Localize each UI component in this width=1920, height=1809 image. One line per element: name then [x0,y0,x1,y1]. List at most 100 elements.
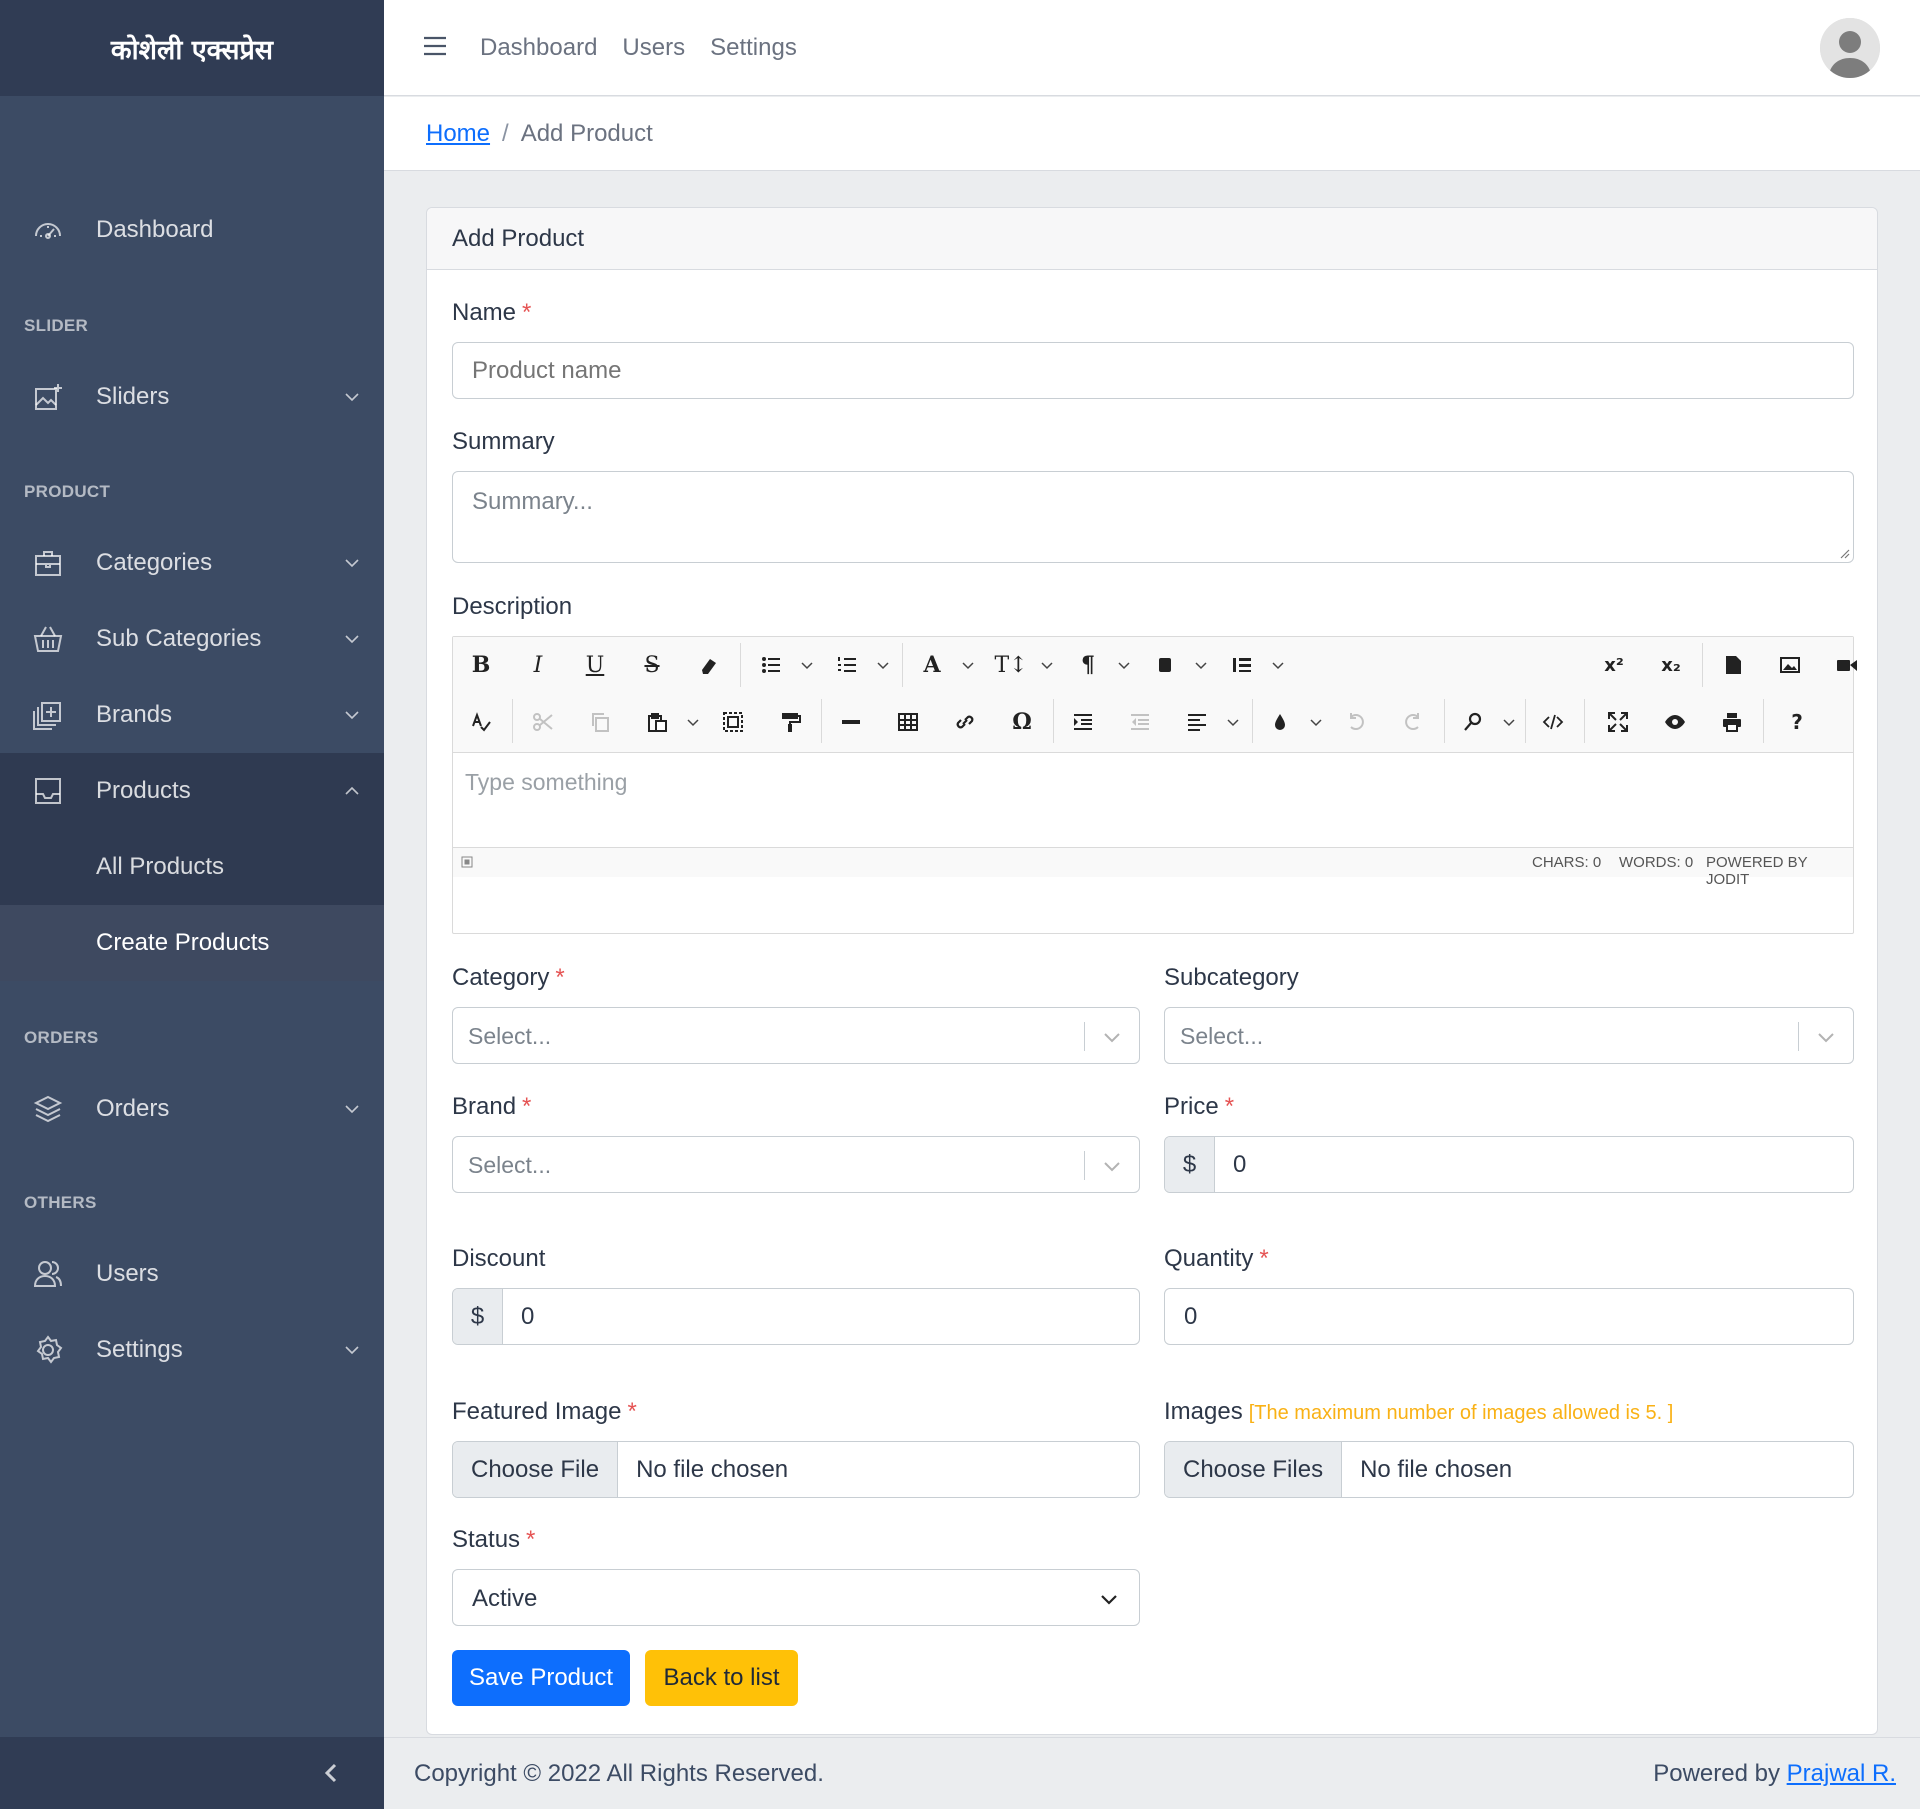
redo-icon[interactable] [1393,702,1433,742]
chevron-down-icon [1099,1589,1119,1609]
bullet-list-icon[interactable] [751,645,791,685]
quantity-input[interactable]: 0 [1164,1288,1854,1345]
bold-icon[interactable]: B [461,645,501,685]
fullscreen-icon[interactable] [1598,702,1638,742]
chevron-down-icon[interactable] [960,657,976,673]
chevron-down-icon[interactable] [1225,714,1241,730]
status-select[interactable]: Active [452,1569,1140,1626]
undo-icon[interactable] [1336,702,1376,742]
char-count: CHARS: 0 [1532,854,1602,871]
back-to-list-button[interactable]: Back to list [645,1650,798,1706]
price-input[interactable]: 0 [1215,1137,1246,1192]
select-all-icon[interactable] [713,702,753,742]
paragraph-icon[interactable]: ¶ [1068,645,1108,685]
header-link-users[interactable]: Users [622,34,685,62]
eraser-icon[interactable] [689,645,729,685]
editor-content-area[interactable]: Type something [453,753,1853,847]
brand-logo[interactable]: कोशेली एक्सप्रेस [0,0,384,96]
toolbar-separator [902,643,903,687]
format-painter-icon[interactable] [770,702,810,742]
price-label-text: Price [1164,1093,1219,1120]
sidebar-item-sub-categories[interactable]: Sub Categories [0,601,384,677]
sidebar-item-orders[interactable]: Orders [0,1071,384,1147]
sidebar-item-settings[interactable]: Settings [0,1312,384,1388]
chevron-down-icon[interactable] [1816,1027,1836,1047]
special-character-icon[interactable]: Ω [1002,702,1042,742]
subcategory-select[interactable]: Select... [1164,1007,1854,1064]
resize-grip-icon[interactable] [461,856,473,868]
video-icon[interactable] [1827,645,1867,685]
sidebar-item-sliders[interactable]: Sliders [0,359,384,435]
save-product-button[interactable]: Save Product [452,1650,630,1706]
link-icon[interactable] [945,702,985,742]
author-link[interactable]: Prajwal R. [1787,1760,1896,1787]
line-height-icon[interactable] [1222,645,1262,685]
chevron-down-icon[interactable] [1193,657,1209,673]
chevron-down-icon[interactable] [1102,1156,1122,1176]
featured-image-file-input[interactable]: Choose File No file chosen [452,1441,1140,1498]
description-label: Description [452,593,573,620]
chevron-down-icon[interactable] [799,657,815,673]
chevron-down-icon[interactable] [1116,657,1132,673]
chevron-down-icon[interactable] [1270,657,1286,673]
file-icon[interactable] [1713,645,1753,685]
align-left-icon[interactable] [1177,702,1217,742]
product-name-input[interactable] [452,342,1854,399]
image-icon[interactable] [1770,645,1810,685]
choose-files-button[interactable]: Choose Files [1165,1442,1343,1497]
resize-handle-icon[interactable] [1838,547,1850,559]
sidebar-item-products[interactable]: Products [0,753,384,829]
paste-icon[interactable] [637,702,677,742]
toolbar-separator [1252,699,1253,743]
brand-select[interactable]: Select... [452,1136,1140,1193]
choose-file-button[interactable]: Choose File [453,1442,619,1497]
sidebar-subitem-create-products[interactable]: Create Products [0,905,384,981]
table-icon[interactable] [888,702,928,742]
sidebar-item-users[interactable]: Users [0,1236,384,1312]
breadcrumb-home-link[interactable]: Home [426,120,490,148]
copy-icon[interactable] [580,702,620,742]
brush-color-icon[interactable] [1260,702,1300,742]
font-size-icon[interactable]: T↕ [991,645,1031,685]
chevron-down-icon[interactable] [1102,1027,1122,1047]
spellcheck-icon[interactable] [461,702,501,742]
avatar[interactable] [1820,18,1880,78]
featured-image-label: Featured Image * [452,1398,637,1426]
sidebar-item-categories[interactable]: Categories [0,525,384,601]
chevron-down-icon[interactable] [875,657,891,673]
print-icon[interactable] [1712,702,1752,742]
font-icon[interactable]: A [912,645,952,685]
summary-textarea[interactable]: Summary... [452,471,1854,563]
header-link-settings[interactable]: Settings [710,34,797,62]
chevron-down-icon[interactable] [1308,714,1324,730]
category-select[interactable]: Select... [452,1007,1140,1064]
powered-by-jodit[interactable]: POWERED BY JODIT [1706,854,1853,888]
sidebar-subitem-all-products[interactable]: All Products [0,829,384,905]
numbered-list-icon[interactable] [827,645,867,685]
indent-icon[interactable] [1063,702,1103,742]
chevron-down-icon[interactable] [1501,714,1517,730]
sidebar-item-brands[interactable]: Brands [0,677,384,753]
chevron-down-icon[interactable] [1039,657,1055,673]
discount-input[interactable]: 0 [503,1289,534,1344]
source-code-icon[interactable] [1533,702,1573,742]
sidebar-toggler[interactable] [0,1737,384,1809]
superscript-icon[interactable]: x² [1594,645,1634,685]
classes-icon[interactable] [1145,645,1185,685]
subscript-icon[interactable]: x₂ [1651,645,1691,685]
chevron-down-icon[interactable] [685,714,701,730]
underline-icon[interactable]: U [575,645,615,685]
images-file-input[interactable]: Choose Files No file chosen [1164,1441,1854,1498]
help-icon[interactable]: ? [1777,702,1817,742]
preview-eye-icon[interactable] [1655,702,1695,742]
search-icon[interactable] [1453,702,1493,742]
cut-icon[interactable] [523,702,563,742]
strikethrough-icon[interactable]: S [632,645,672,685]
sidebar-item-label: Settings [96,1336,183,1363]
header-link-dashboard[interactable]: Dashboard [480,34,597,62]
hamburger-menu-icon[interactable] [422,34,448,58]
italic-icon[interactable]: I [518,645,558,685]
sidebar-item-dashboard[interactable]: Dashboard [0,192,384,268]
outdent-icon[interactable] [1120,702,1160,742]
horizontal-rule-icon[interactable] [831,702,871,742]
